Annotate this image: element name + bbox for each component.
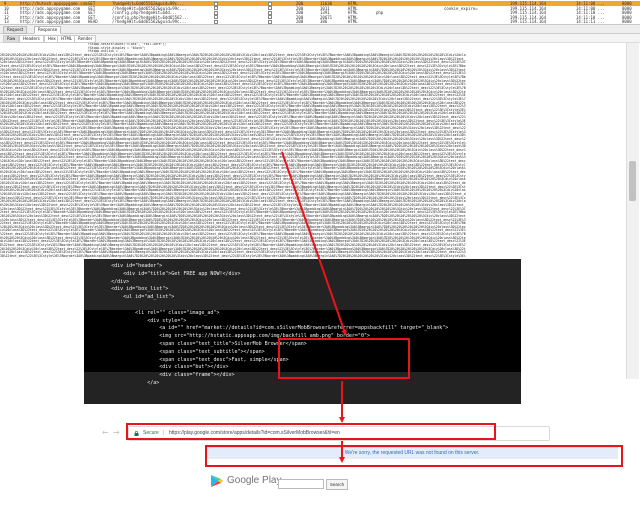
- highlight-box-url: [126, 423, 496, 440]
- tab-request[interactable]: Request: [3, 26, 28, 34]
- highlight-box-code: [278, 338, 410, 379]
- table-cell-id: 13: [4, 19, 9, 25]
- table-row[interactable]: 13 http://ads.appspygame.com HEAD /?hedgeHi…: [0, 19, 640, 24]
- excerpt-line: <div id="header">: [84, 263, 163, 269]
- table-cell-url: http://ads.appspygame.com: [20, 19, 81, 25]
- excerpt-line: <div style=">: [84, 317, 521, 326]
- excerpt-line: <a id="" href="market://details?id=com.s…: [84, 325, 521, 334]
- store-search-input[interactable]: [278, 479, 324, 489]
- excerpt-line: <ul id="ad_list">: [84, 294, 175, 301]
- store-name: Google Play: [227, 475, 282, 486]
- table-cell-time: 14:11:11 ...: [576, 19, 605, 25]
- tab-render[interactable]: Render: [74, 35, 97, 43]
- proxy-history-table: 9 http://hutech.appspygame.com GET ?hedgeHi…: [0, 0, 640, 25]
- highlight-box-error: [205, 445, 623, 467]
- search-button[interactable]: Search: [326, 479, 348, 490]
- table-cell-port: 8080: [622, 19, 632, 25]
- excerpt-line: <div id="box_list">: [84, 286, 169, 293]
- table-cell-length: 386: [320, 19, 328, 25]
- play-triangle-icon: [211, 475, 223, 487]
- excerpt-line: <div id="title">Get FREE app NOW!</div>: [84, 270, 241, 277]
- table-cell-method: HEAD: [88, 19, 98, 25]
- excerpt-line: </div>: [84, 278, 130, 285]
- table-cell-ip: 199.115.114.164: [510, 19, 547, 25]
- excerpt-line: </a>: [84, 379, 160, 386]
- excerpt-line: <li rel="" class="image_ad">: [84, 309, 521, 318]
- scrollbar-thumb[interactable]: [629, 161, 636, 201]
- table-cell-mime: HTML: [348, 19, 358, 25]
- tab-raw[interactable]: Raw: [3, 35, 20, 43]
- response-scrollbar[interactable]: [626, 43, 639, 379]
- message-tabs: Request Response: [0, 25, 640, 34]
- row-checkbox[interactable]: [268, 19, 272, 24]
- back-icon[interactable]: ←: [102, 427, 112, 438]
- table-cell-params: /?hedgeHit=6dd65562&guid=99c...: [112, 19, 187, 25]
- code-excerpt: <div id="header"> <div id="title">Get FR…: [84, 259, 521, 404]
- excerpt-line: [84, 302, 521, 310]
- table-cell-code: 200: [296, 19, 304, 25]
- tab-response[interactable]: Response: [34, 26, 62, 34]
- forward-icon[interactable]: →: [113, 427, 123, 438]
- row-checkbox[interactable]: [214, 19, 218, 24]
- tab-headers[interactable]: Headers: [19, 35, 44, 43]
- view-tabs: Raw Headers Hex HTML Render: [0, 34, 640, 43]
